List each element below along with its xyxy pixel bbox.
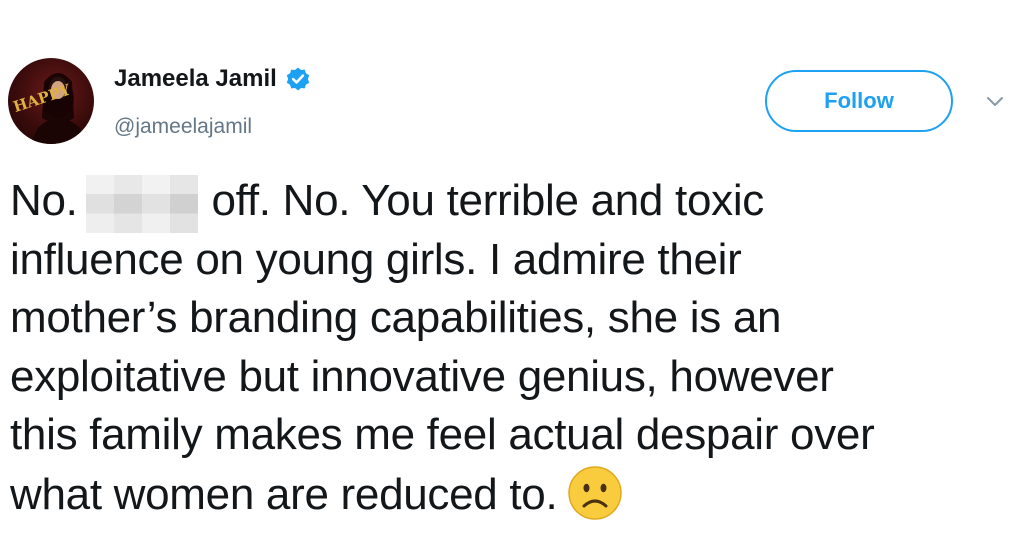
pixelated-censor-block	[85, 175, 198, 233]
tweet-line: exploitative but innovative genius, howe…	[10, 351, 834, 401]
display-name[interactable]: Jameela Jamil	[114, 64, 277, 94]
display-name-row: Jameela Jamil	[114, 64, 311, 94]
tweet-line: this family makes me feel actual despair…	[10, 410, 875, 459]
tweet-text-segment: off. No. You terrible and toxic	[211, 176, 765, 225]
handle[interactable]: @jameelajamil	[114, 114, 252, 140]
tweet-line: influence on young girls. I admire their	[10, 234, 742, 284]
tweet-text-segment: No.	[10, 176, 78, 225]
chevron-down-icon[interactable]	[984, 90, 1006, 112]
verified-badge-icon	[286, 67, 309, 91]
tweet-card: HAPPY Jameela Jamil @jameelajamil Follow…	[0, 0, 1024, 546]
tweet-text: No. off. No. You terrible and toxic infl…	[10, 172, 1015, 523]
frowning-face-emoji	[568, 465, 623, 520]
avatar-photo: HAPPY	[11, 73, 87, 144]
tweet-line: what women are reduced to.	[10, 465, 1015, 524]
tweet-text-segment: what women are reduced to.	[10, 469, 558, 519]
tweet-line: mother’s branding capabilities, she is a…	[10, 293, 782, 342]
follow-button[interactable]: Follow	[765, 70, 953, 132]
avatar[interactable]: HAPPY	[8, 58, 94, 144]
tweet-line: No. off. No. You terrible and toxic	[10, 172, 1015, 233]
